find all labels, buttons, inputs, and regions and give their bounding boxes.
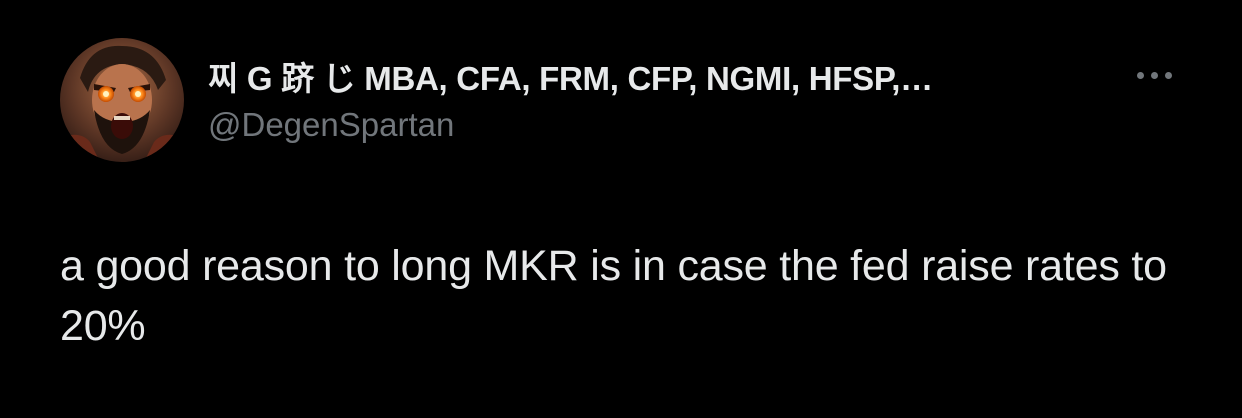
more-horizontal-icon-dot (1164, 71, 1172, 79)
more-horizontal-icon-dot (1150, 71, 1158, 79)
tweet-card: 찌 G 跻 じ MBA, CFA, FRM, CFP, NGMI, HFSP,…… (0, 0, 1242, 418)
more-horizontal-icon (1136, 71, 1144, 79)
spartan-warrior-avatar-icon (60, 38, 184, 162)
more-options-button[interactable] (1124, 60, 1184, 90)
author-display-name[interactable]: 찌 G 跻 じ MBA, CFA, FRM, CFP, NGMI, HFSP,… (208, 52, 933, 100)
author-avatar[interactable] (60, 38, 184, 162)
tweet-text: a good reason to long MKR is in case the… (60, 242, 1167, 350)
author-handle[interactable]: @DegenSpartan (208, 106, 454, 144)
